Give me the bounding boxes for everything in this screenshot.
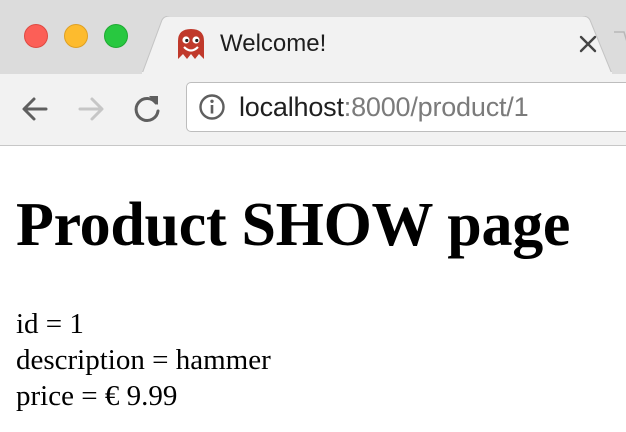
product-details: id = 1 description = hammer price = € 9.… — [16, 306, 271, 414]
window-minimize-button[interactable] — [64, 24, 88, 48]
product-description: description = hammer — [16, 344, 271, 376]
url-path: :8000/product/1 — [343, 92, 529, 122]
page-title: Product SHOW page — [16, 191, 571, 259]
address-bar[interactable]: localhost:8000/product/1 — [186, 82, 626, 132]
reload-icon[interactable] — [130, 92, 164, 126]
url-host: localhost — [239, 92, 344, 122]
forward-arrow-icon[interactable] — [74, 92, 108, 126]
tab-title: Welcome! — [220, 30, 327, 57]
product-price: price = € 9.99 — [16, 380, 178, 412]
tab-strip: Welcome! — [0, 0, 626, 74]
url-text: localhost:8000/product/1 — [239, 92, 529, 123]
browser-chrome: Welcome! localhost:8000/product/1 — [0, 0, 626, 146]
tab-welcome[interactable]: Welcome! — [142, 16, 612, 74]
ghost-icon — [178, 29, 204, 59]
window-close-button[interactable] — [24, 24, 48, 48]
window-maximize-button[interactable] — [104, 24, 128, 48]
browser-toolbar: localhost:8000/product/1 — [0, 74, 626, 146]
info-icon[interactable] — [198, 93, 226, 121]
tab-background — [142, 16, 612, 74]
close-icon[interactable] — [576, 32, 600, 56]
new-tab-button[interactable] — [612, 30, 626, 58]
back-arrow-icon[interactable] — [18, 92, 52, 126]
product-id: id = 1 — [16, 308, 84, 340]
